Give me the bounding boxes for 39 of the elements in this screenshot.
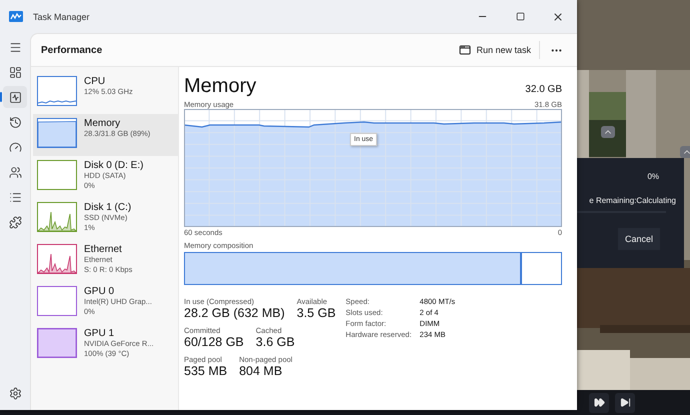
window-title: Task Manager (33, 12, 91, 22)
run-new-task-button[interactable]: Run new task (451, 41, 540, 59)
device-name: Ethernet (84, 244, 123, 255)
device-name: GPU 1 (84, 328, 116, 339)
close-icon (552, 10, 564, 22)
activity-icon (8, 90, 22, 104)
app-icon (9, 11, 23, 22)
progress-percent: 0% (647, 172, 659, 181)
skip-forward-button[interactable] (615, 392, 635, 412)
device-name: Disk 0 (D: E:) (84, 160, 144, 171)
cancel-button[interactable]: Cancel (618, 228, 660, 250)
device-name: CPU (84, 76, 106, 87)
device-name: GPU 0 (84, 286, 116, 297)
device-name: Disk 1 (C:) (84, 202, 132, 213)
maximize-icon (516, 12, 524, 21)
total-memory: 32.0 GB (525, 84, 562, 95)
device-name: Memory (84, 118, 122, 129)
nav-button[interactable] (3, 86, 27, 108)
stat-value: 3.5 GB (296, 306, 336, 320)
gauge-icon (8, 140, 22, 154)
stat-value: 535 MB (184, 364, 228, 378)
dashboard-icon (8, 66, 22, 78)
section-title: Memory (184, 75, 256, 98)
stat-value: 60/128 GB (184, 335, 244, 349)
menu-icon (8, 40, 22, 54)
puzzle-icon (8, 216, 22, 228)
fast-forward-button[interactable] (589, 392, 609, 412)
users-icon (8, 166, 22, 178)
history-icon (8, 116, 22, 128)
settings-icon (8, 386, 22, 400)
stat-value: 28.2 GB (632 MB) (184, 306, 285, 320)
time-remaining-text: e Remaining:Calculating (589, 196, 676, 205)
window-icon (459, 44, 472, 56)
skip-forward-icon (620, 397, 630, 408)
stat-value: 804 MB (239, 364, 284, 378)
stat-value: 3.6 GB (256, 335, 295, 349)
page-title: Performance (41, 44, 104, 56)
collapse-button[interactable] (601, 126, 615, 138)
fast-forward-icon (594, 397, 604, 408)
